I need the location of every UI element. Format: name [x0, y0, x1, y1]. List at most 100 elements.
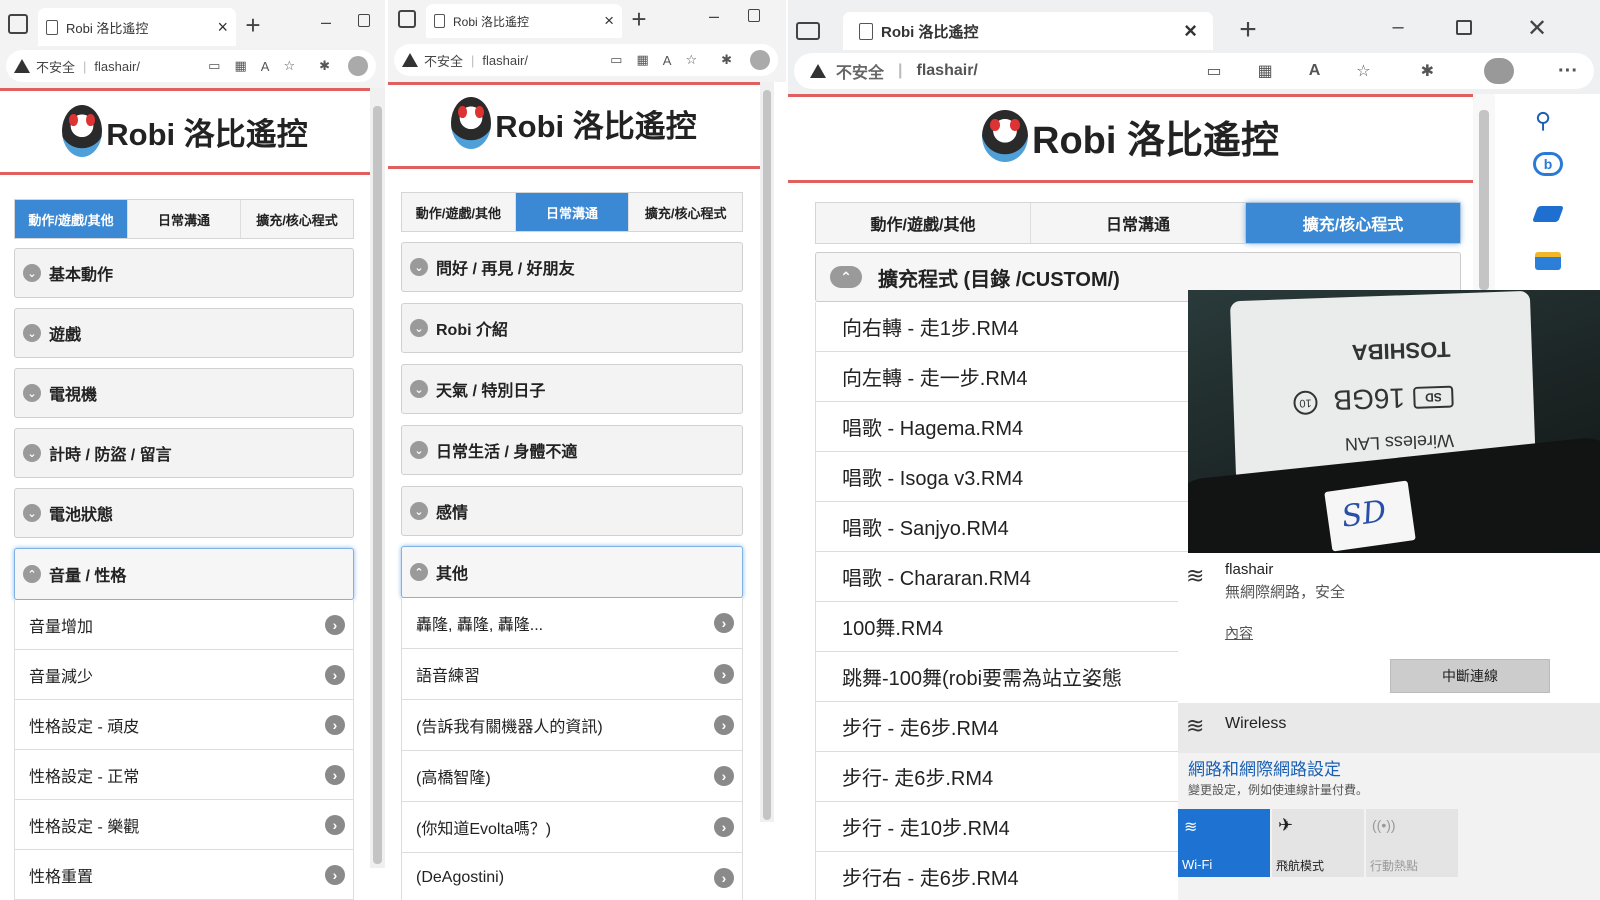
properties-link[interactable]: 內容 — [1225, 623, 1253, 643]
more-menu-icon[interactable]: ··· — [1558, 60, 1578, 83]
list-item[interactable]: (DeAgostini) › — [402, 853, 742, 900]
quick-action-wifi[interactable]: ≋ Wi-Fi — [1178, 809, 1270, 877]
maximize-icon[interactable] — [358, 14, 370, 27]
address-bar[interactable]: 不安全 | flashair/ ▭ ▦ A ☆ ✱ ··· — [794, 53, 1594, 89]
section-header[interactable]: ⌄ Robi 介紹 — [401, 303, 743, 353]
scrollbar-thumb[interactable] — [763, 90, 771, 820]
scrollbar-thumb[interactable] — [1479, 110, 1489, 290]
section-header[interactable]: ⌄ 問好 / 再見 / 好朋友 — [401, 242, 743, 292]
scrollbar[interactable] — [760, 82, 774, 822]
list-item[interactable]: 語音練習 › — [402, 649, 742, 700]
new-tab-button[interactable]: + — [240, 10, 266, 40]
tab-daily-communication[interactable]: 日常溝通 — [128, 200, 241, 238]
list-item[interactable]: 性格設定 - 正常 › — [15, 750, 353, 800]
list-item[interactable]: (高橋智隆) › — [402, 751, 742, 802]
section-other[interactable]: ⌃ 其他 — [401, 546, 743, 598]
section-header[interactable]: ⌄ 日常生活 / 身體不適 — [401, 425, 743, 475]
section-header[interactable]: ⌄ 電視機 — [14, 368, 354, 418]
extensions-icon[interactable]: ✱ — [721, 52, 732, 68]
extensions-icon[interactable]: ✱ — [319, 58, 330, 74]
list-item[interactable]: 音量減少 › — [15, 650, 353, 700]
quick-action-airplane[interactable]: ✈ 飛航模式 — [1272, 809, 1364, 877]
section-header[interactable]: ⌄ 天氣 / 特別日子 — [401, 364, 743, 414]
minimize-icon[interactable]: – — [318, 12, 334, 33]
section-header[interactable]: ⌄ 遊戲 — [14, 308, 354, 358]
bing-chat-icon[interactable]: b — [1533, 152, 1563, 176]
browser-tab[interactable]: Robi 洛比遙控 × — [843, 12, 1213, 50]
minimize-icon[interactable]: – — [1388, 16, 1408, 39]
section-volume-personality[interactable]: ⌃ 音量 / 性格 — [14, 548, 354, 600]
section-header[interactable]: ⌄ 基本動作 — [14, 248, 354, 298]
list-item[interactable]: (告訴我有關機器人的資訊) › — [402, 700, 742, 751]
tab-extensions[interactable]: 擴充/核心程式 — [1246, 203, 1460, 243]
section-header[interactable]: ⌄ 計時 / 防盜 / 留言 — [14, 428, 354, 478]
favorite-icon[interactable]: ☆ — [685, 52, 697, 68]
maximize-icon[interactable] — [1456, 20, 1472, 35]
tab-extensions[interactable]: 擴充/核心程式 — [241, 200, 353, 238]
device-icon[interactable]: ▭ — [1206, 61, 1221, 81]
profile-avatar[interactable] — [348, 56, 368, 76]
close-window-icon[interactable]: ✕ — [1526, 14, 1548, 43]
grid-icon[interactable]: ▦ — [636, 52, 648, 68]
maximize-icon[interactable] — [748, 9, 760, 22]
site-logo[interactable]: Robi 洛比遙控 — [788, 106, 1473, 166]
list-item[interactable]: 性格設定 - 樂觀 › — [15, 800, 353, 850]
section-header[interactable]: ⌄ 電池狀態 — [14, 488, 354, 538]
grid-icon[interactable]: ▦ — [1258, 61, 1273, 81]
site-logo[interactable]: Robi 洛比遙控 — [0, 100, 370, 162]
search-icon[interactable]: ⚲ — [1535, 108, 1551, 134]
tab-actions-games[interactable]: 動作/遊戲/其他 — [402, 193, 516, 231]
device-icon[interactable]: ▭ — [208, 58, 220, 74]
disconnect-button[interactable]: 中斷連線 — [1390, 659, 1550, 693]
tab-daily-communication[interactable]: 日常溝通 — [515, 193, 630, 231]
profile-avatar[interactable] — [750, 50, 770, 70]
browser-tab[interactable]: Robi 洛比遙控 × — [426, 4, 622, 38]
new-tab-button[interactable]: + — [1233, 12, 1263, 48]
list-item[interactable]: 音量增加 › — [15, 600, 353, 650]
list-item[interactable]: (你知道Evolta嗎？) › — [402, 802, 742, 853]
tab-actions-games[interactable]: 動作/遊戲/其他 — [816, 203, 1031, 243]
scrollbar[interactable] — [370, 88, 385, 868]
minimize-icon[interactable]: – — [706, 6, 722, 27]
browser-tab[interactable]: Robi 洛比遙控 × — [38, 8, 236, 46]
section-title: 其他 — [436, 566, 469, 583]
scrollbar-thumb[interactable] — [373, 106, 382, 864]
tab-extensions[interactable]: 擴充/核心程式 — [629, 193, 742, 231]
section-header[interactable]: ⌄ 感情 — [401, 486, 743, 536]
favorite-icon[interactable]: ☆ — [1356, 61, 1370, 81]
read-aloud-icon[interactable]: A — [1309, 62, 1321, 80]
network-settings-link[interactable]: 網路和網際網路設定 — [1188, 755, 1341, 780]
chevron-down-icon: ⌄ — [410, 441, 428, 459]
tab-actions-icon[interactable] — [796, 22, 820, 40]
close-tab-icon[interactable]: × — [1184, 18, 1197, 44]
connected-network-card[interactable]: ≋ flashair 無網際網路，安全 內容 中斷連線 — [1178, 553, 1600, 703]
favorite-icon[interactable]: ☆ — [283, 58, 295, 74]
network-item-wireless[interactable]: ≋ Wireless — [1178, 703, 1600, 753]
shopping-tag-icon[interactable] — [1532, 206, 1564, 222]
address-bar[interactable]: 不安全 | flashair/ ▭ ▦ A ☆ ✱ — [6, 50, 376, 82]
tab-actions-games[interactable]: 動作/遊戲/其他 — [15, 200, 128, 238]
grid-icon[interactable]: ▦ — [234, 58, 246, 74]
profile-avatar[interactable] — [1484, 58, 1515, 84]
tab-actions-icon[interactable] — [8, 14, 28, 34]
read-aloud-icon[interactable]: A — [261, 59, 270, 74]
tab-daily-communication[interactable]: 日常溝通 — [1031, 203, 1246, 243]
chevron-right-icon: › — [325, 714, 345, 735]
read-aloud-icon[interactable]: A — [663, 53, 672, 68]
list-item-label: (你知道Evolta嗎？) — [416, 821, 552, 838]
quick-action-hotspot[interactable]: ((•)) 行動熱點 — [1366, 809, 1458, 877]
close-tab-icon[interactable]: × — [217, 17, 228, 38]
device-icon[interactable]: ▭ — [610, 52, 622, 68]
extensions-icon[interactable]: ✱ — [1421, 61, 1434, 81]
toolbox-icon[interactable] — [1535, 252, 1561, 270]
new-tab-button[interactable]: + — [626, 4, 652, 34]
list-item[interactable]: 性格重置 › — [15, 850, 353, 900]
address-bar[interactable]: 不安全 | flashair/ ▭ ▦ A ☆ ✱ — [394, 44, 778, 76]
quick-action-label: 飛航模式 — [1276, 859, 1325, 873]
tab-actions-icon[interactable] — [398, 10, 416, 28]
close-tab-icon[interactable]: × — [604, 11, 614, 31]
list-item[interactable]: 性格設定 - 頑皮 › — [15, 700, 353, 750]
site-logo[interactable]: Robi 洛比遙控 — [388, 92, 760, 154]
section-title: 天氣 / 特別日子 — [436, 383, 546, 400]
list-item[interactable]: 轟隆, 轟隆, 轟隆... › — [402, 598, 742, 649]
